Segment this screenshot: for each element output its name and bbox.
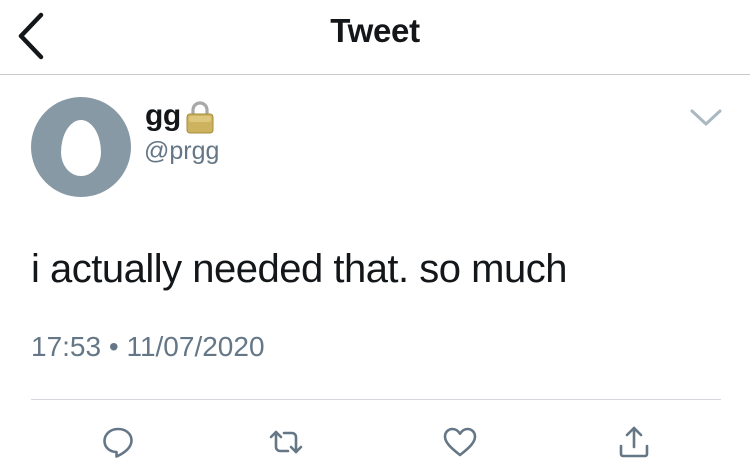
share-icon — [619, 426, 649, 458]
like-button[interactable] — [438, 420, 482, 464]
retweet-button[interactable] — [264, 420, 308, 464]
author-handle[interactable]: @prgg — [144, 137, 219, 166]
tweet-text: i actually needed that. so much — [31, 247, 567, 291]
retweet-icon — [269, 430, 303, 454]
avatar[interactable] — [31, 97, 131, 197]
tweet-menu-button[interactable] — [683, 100, 729, 134]
divider — [31, 399, 721, 400]
page-title: Tweet — [330, 12, 420, 49]
tweet-time: 17:53 — [31, 331, 102, 362]
chevron-down-icon — [690, 109, 722, 126]
tweet-date: 11/07/2020 — [126, 331, 265, 362]
author-display-name[interactable]: gg — [145, 99, 181, 133]
share-button[interactable] — [612, 420, 656, 464]
author-name-row: gg — [145, 96, 215, 136]
tweet-timestamp: 17:53 • 11/07/2020 — [31, 331, 265, 363]
navigation-bar: Tweet — [0, 0, 750, 75]
reply-button[interactable] — [96, 420, 140, 464]
timestamp-separator: • — [108, 331, 119, 362]
lock-icon — [186, 101, 214, 134]
reply-icon — [103, 427, 133, 458]
default-egg-avatar — [61, 120, 101, 176]
heart-icon — [443, 427, 477, 457]
